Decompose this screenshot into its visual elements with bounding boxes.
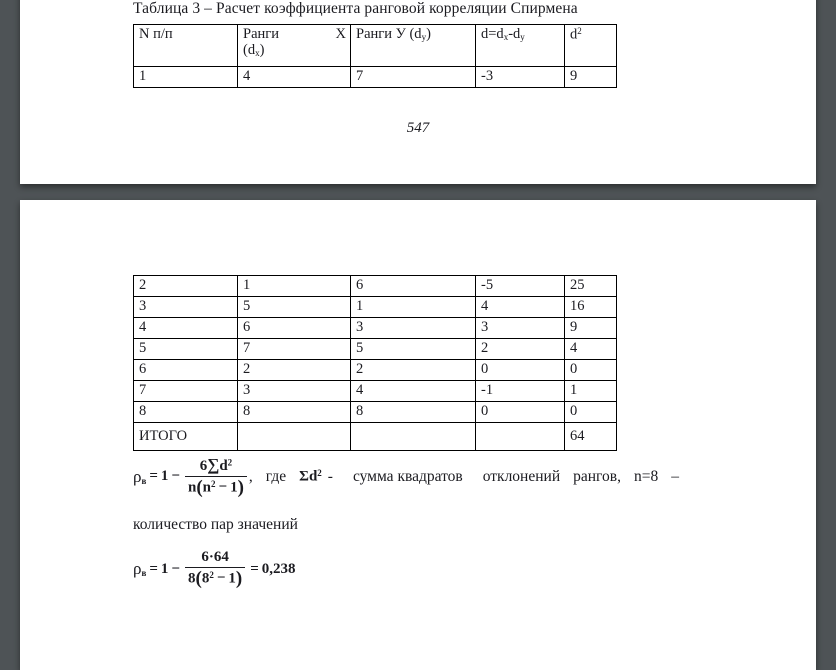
definition-trailing-dash: – [671,467,679,485]
table-row: 2 1 6 -5 25 [133,275,617,297]
summation-icon: ∑ [207,455,220,474]
spearman-table-part-1: N п/п Ранги X (dx) Ранги У (dy) d=dx-dy … [133,24,617,88]
page-number: 547 [406,120,430,136]
fraction-6x64-over-8-82-1: 6·64 8(82−1) [184,549,246,589]
fraction-6-sum-d2-over-n-n2-1: 6∑d2 n(n2−1) [184,455,247,498]
dash-separator: - [327,467,333,485]
cell-rank-x: 8 [237,401,351,423]
cell-index: 7 [133,380,238,402]
cell-d: 4 [475,296,565,318]
table-total-row: ИТОГО 64 [133,422,617,451]
cell-d-squared: 16 [564,296,617,318]
header-cell-rank-x: Ранги X (dx) [237,24,351,67]
cell-rank-y: 4 [350,380,476,402]
cell-d-squared: 9 [564,317,617,339]
header-cell-d: d=dx-dy [475,24,565,67]
total-label: ИТОГО [133,422,238,451]
cell-index: 2 [133,275,238,297]
cell-d: -3 [475,66,565,88]
table-row: 7 3 4 -1 1 [133,380,617,402]
fraction-numerator: 6·64 [201,549,229,565]
document-page-2: 2 1 6 -5 25 3 5 1 4 16 4 6 3 3 9 5 7 5 2… [20,200,816,670]
table-caption: Таблица 3 – Расчет коэффициента ранговой… [133,0,578,17]
prose-continuation: количество пар значений [133,516,298,533]
formula-comma: , [248,467,253,485]
table-header-row: N п/п Ранги X (dx) Ранги У (dy) d=dx-dy … [133,24,617,67]
cell-d-squared: 0 [564,359,617,381]
document-page-1: Таблица 3 – Расчет коэффициента ранговой… [20,0,816,184]
cell-d: 3 [475,317,565,339]
total-cell-d-squared: 64 [564,422,617,451]
definition-text-b: отклонений [482,467,561,485]
table-row: 1 4 7 -3 9 [133,66,617,88]
cell-d-squared: 25 [564,275,617,297]
definition-n-value: n=8 [633,467,659,485]
definition-text-a: сумма квадратов [352,467,463,485]
cell-d: 0 [475,359,565,381]
cell-index: 5 [133,338,238,360]
definition-text-c: рангов, [573,467,621,485]
cell-d-squared: 4 [564,338,617,360]
minus-sign: − [171,468,180,485]
rho-symbol: ρв [133,466,147,486]
cell-rank-y: 3 [350,317,476,339]
minus-sign: − [171,560,180,577]
cell-rank-x: 6 [237,317,351,339]
cell-index: 6 [133,359,238,381]
cell-d-squared: 9 [564,66,617,88]
header-rank-x-word: Ранги [243,26,279,42]
cell-rank-y: 2 [350,359,476,381]
table-row: 6 2 2 0 0 [133,359,617,381]
cell-d: 2 [475,338,565,360]
total-cell-rank-y [350,422,476,451]
formula-spearman-result: ρв = 1 − 6·64 8(82−1) = 0,238 [133,549,296,589]
equals-sign: = [149,468,158,485]
header-cell-index: N п/п [133,24,238,67]
cell-d: -1 [475,380,565,402]
cell-d: -5 [475,275,565,297]
spearman-table-part-2: 2 1 6 -5 25 3 5 1 4 16 4 6 3 3 9 5 7 5 2… [133,275,617,451]
cell-rank-y: 7 [350,66,476,88]
equals-sign: = [149,560,158,577]
cell-d-squared: 0 [564,401,617,423]
cell-index: 3 [133,296,238,318]
cell-index: 4 [133,317,238,339]
cell-d-squared: 1 [564,380,617,402]
cell-rank-y: 5 [350,338,476,360]
fraction-denominator: n(n2−1) [184,475,247,498]
cell-d: 0 [475,401,565,423]
document-viewer[interactable]: Таблица 3 – Расчет коэффициента ранговой… [0,0,836,670]
header-rank-x-var: X [335,26,346,42]
table-row: 4 6 3 3 9 [133,317,617,339]
cell-rank-x: 2 [237,359,351,381]
operand-one: 1 [160,468,169,485]
cell-rank-y: 1 [350,296,476,318]
cell-rank-x: 1 [237,275,351,297]
header-cell-rank-y: Ранги У (dy) [350,24,476,67]
sum-d-squared-term: Σd2 [299,468,322,485]
result-value: 0,238 [261,560,296,577]
cell-rank-x: 3 [237,380,351,402]
cell-index: 1 [133,66,238,88]
cell-rank-x: 4 [237,66,351,88]
where-word: где [265,467,287,485]
fraction-denominator: 8(82−1) [184,566,246,589]
cell-rank-x: 7 [237,338,351,360]
table-row: 3 5 1 4 16 [133,296,617,318]
cell-rank-y: 8 [350,401,476,423]
formula-spearman-definition: ρв = 1 − 6∑d2 n(n2−1) , где Σd2 - сумма … [133,456,773,498]
rho-symbol: ρв [133,559,147,579]
cell-rank-x: 5 [237,296,351,318]
header-rank-x-sub-line: (dx) [243,42,265,59]
table-row: 5 7 5 2 4 [133,338,617,360]
operand-one: 1 [160,560,169,577]
fraction-numerator: 6∑d2 [199,455,233,474]
header-cell-d-squared: d2 [564,24,617,67]
total-cell-rank-x [237,422,351,451]
total-cell-d [475,422,565,451]
equals-sign-2: = [250,560,259,577]
cell-index: 8 [133,401,238,423]
cell-rank-y: 6 [350,275,476,297]
table-row: 8 8 8 0 0 [133,401,617,423]
